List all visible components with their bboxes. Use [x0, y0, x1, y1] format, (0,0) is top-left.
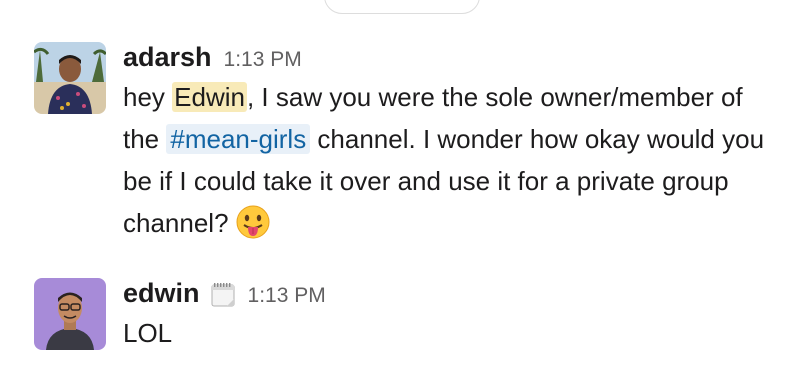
- avatar-adarsh-image: [34, 42, 106, 114]
- message-timestamp[interactable]: 1:13 PM: [224, 48, 302, 72]
- message-text: LOL: [123, 318, 173, 348]
- calendar-icon[interactable]: [210, 282, 236, 308]
- avatar-edwin[interactable]: [34, 278, 106, 350]
- message-body: hey Edwin, I saw you were the sole owner…: [123, 76, 783, 244]
- channel-link[interactable]: #mean-girls: [166, 124, 311, 154]
- message-timestamp[interactable]: 1:13 PM: [248, 284, 326, 308]
- author-name[interactable]: adarsh: [123, 42, 212, 73]
- message-body: LOL: [123, 312, 783, 354]
- date-divider-pill[interactable]: [324, 0, 480, 14]
- avatar-edwin-image: [34, 278, 106, 350]
- user-mention[interactable]: Edwin: [172, 82, 247, 112]
- message-text: hey: [123, 82, 173, 112]
- avatar-adarsh[interactable]: [34, 42, 106, 114]
- author-name[interactable]: edwin: [123, 278, 200, 309]
- stuck-out-tongue-emoji: [235, 204, 271, 240]
